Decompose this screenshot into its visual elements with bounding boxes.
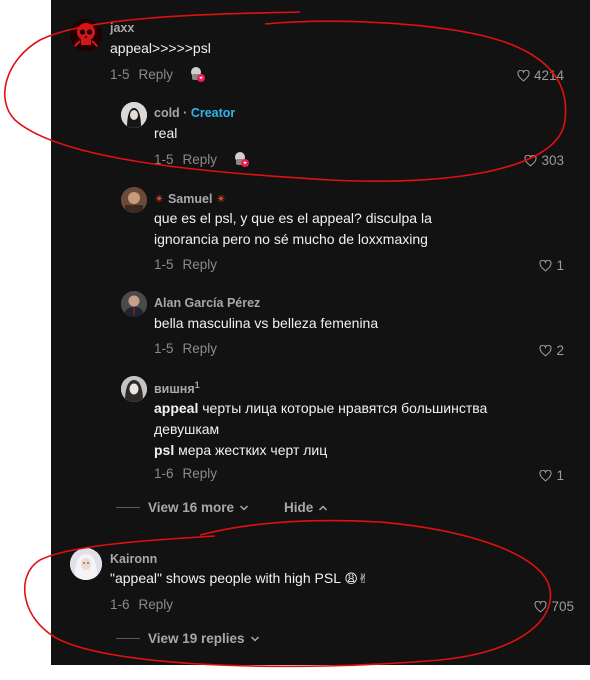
username[interactable]: cold · Creator — [154, 106, 235, 120]
like-count: 705 — [551, 599, 574, 614]
avatar[interactable] — [121, 187, 147, 213]
like-button[interactable]: 4214 — [517, 68, 564, 83]
view-replies-label: View 19 replies — [148, 631, 245, 646]
comment-date: 1-6 — [154, 466, 174, 481]
emoji: 😩✌ — [344, 571, 369, 586]
comment-date: 1-5 — [110, 67, 130, 82]
heart-outline-icon — [517, 69, 530, 82]
heart-outline-icon — [534, 600, 548, 613]
comment-text-body: "appeal" shows people with high PSL — [110, 570, 341, 586]
avatar-image — [121, 376, 147, 402]
hide-label: Hide — [284, 500, 314, 515]
view-more-label: View 16 more — [148, 500, 235, 515]
like-button[interactable]: 1 — [539, 258, 564, 273]
comment-date: 1-5 — [154, 152, 174, 167]
heart-outline-icon — [524, 154, 538, 167]
skull-avatar-icon — [70, 19, 102, 51]
chevron-up-icon — [319, 504, 328, 511]
avatar[interactable] — [121, 291, 147, 317]
comment-text: que es el psl, y que es el appeal? discu… — [154, 210, 432, 247]
text-rest-1: черты лица которые нравятся большинства … — [154, 400, 488, 437]
avatar-image — [121, 291, 147, 317]
view-more-replies-button[interactable]: View 16 more — [116, 500, 249, 515]
avatar-image — [70, 548, 102, 580]
comment-text: bella masculina vs belleza femenina — [154, 315, 379, 331]
comment-meta: 1-5 Reply — [110, 66, 205, 82]
avatar[interactable] — [121, 376, 147, 402]
reply-button[interactable]: Reply — [139, 597, 174, 612]
avatar[interactable] — [70, 548, 102, 580]
reply-button[interactable]: Reply — [183, 152, 218, 167]
comment-text: appeal черты лица которые нравятся больш… — [154, 398, 524, 461]
comment-meta: 1-5 Reply — [154, 151, 249, 167]
comment-meta: 1-5 Reply — [154, 257, 217, 272]
comment-meta: 1-5 Reply — [154, 341, 217, 356]
username-text: вишня — [154, 382, 195, 397]
username[interactable]: вишня1 — [154, 380, 200, 396]
chevron-down-icon — [240, 504, 249, 511]
username-suffix: ✴ — [215, 192, 227, 206]
hide-replies-button[interactable]: Hide — [284, 500, 328, 515]
text-bold-appeal: appeal — [154, 400, 199, 416]
chevron-down-icon — [250, 635, 259, 642]
like-count: 2 — [556, 343, 564, 358]
comment-date: 1-6 — [110, 597, 130, 612]
avatar[interactable] — [121, 102, 147, 128]
avatar-image — [121, 102, 147, 128]
username-text: cold — [154, 106, 180, 120]
text-bold-psl: psl — [154, 442, 175, 458]
username[interactable]: ✴ Samuel ✴ — [154, 191, 226, 206]
like-button[interactable]: 705 — [534, 599, 574, 614]
like-count: 4214 — [533, 68, 564, 83]
creator-liked-icon — [189, 66, 205, 82]
like-button[interactable]: 1 — [539, 468, 564, 483]
divider-line — [116, 507, 140, 508]
comment-text: real — [154, 125, 178, 141]
creator-liked-icon — [233, 151, 249, 167]
comment-meta: 1-6 Reply — [154, 466, 217, 481]
comment-text: "appeal" shows people with high PSL 😩✌ — [110, 568, 369, 589]
like-button[interactable]: 303 — [524, 153, 564, 168]
reply-button[interactable]: Reply — [183, 466, 218, 481]
heart-outline-icon — [539, 259, 553, 272]
like-count: 303 — [541, 153, 564, 168]
comment-date: 1-5 — [154, 257, 174, 272]
view-replies-button[interactable]: View 19 replies — [116, 631, 260, 646]
comment-date: 1-5 — [154, 341, 174, 356]
heart-outline-icon — [539, 344, 553, 357]
avatar-image — [121, 187, 147, 213]
comment-text: appeal>>>>>psl — [110, 40, 211, 56]
username[interactable]: Alan García Pérez — [154, 296, 260, 310]
like-count: 1 — [556, 468, 564, 483]
comment-meta: 1-6 Reply — [110, 597, 173, 612]
like-count: 1 — [556, 258, 564, 273]
reply-button[interactable]: Reply — [183, 341, 218, 356]
username[interactable]: jaxx — [110, 21, 134, 35]
creator-separator: · — [179, 106, 191, 120]
username-prefix: ✴ — [154, 192, 165, 206]
reply-button[interactable]: Reply — [183, 257, 218, 272]
text-rest-2: мера жестких черт лиц — [174, 442, 328, 458]
reply-button[interactable]: Reply — [139, 67, 174, 82]
username-sup: 1 — [194, 380, 200, 390]
divider-line — [116, 638, 140, 639]
username[interactable]: Kaironn — [110, 552, 157, 566]
like-button[interactable]: 2 — [539, 343, 564, 358]
comments-panel: jaxx appeal>>>>>psl 1-5 Reply 4214 cold ·… — [51, 0, 590, 665]
heart-outline-icon — [539, 469, 553, 482]
username-text: Samuel — [167, 192, 213, 206]
avatar[interactable] — [70, 19, 102, 51]
creator-badge: Creator — [190, 106, 236, 120]
